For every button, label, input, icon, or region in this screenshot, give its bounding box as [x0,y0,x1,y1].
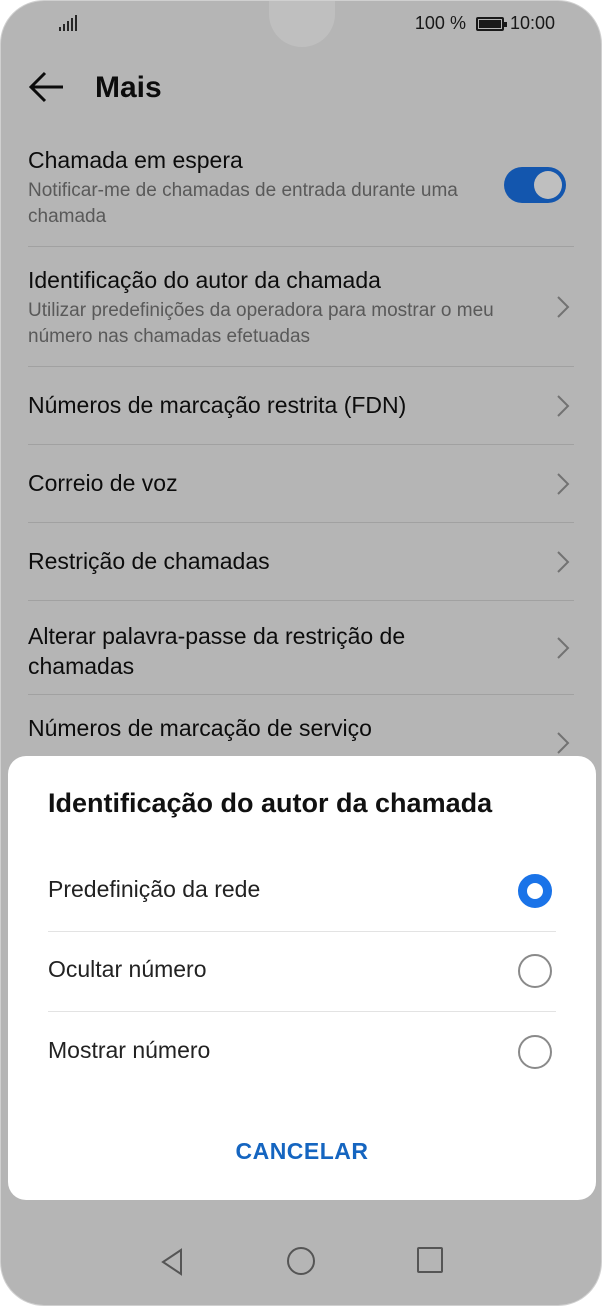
radio-selected-icon[interactable] [518,874,552,908]
radio-unselected-icon[interactable] [518,954,552,988]
nav-recents-icon[interactable] [417,1247,443,1273]
cancel-button[interactable]: CANCELAR [8,1138,596,1165]
caller-id-dialog: Identificação do autor da chamada Predef… [8,756,596,1200]
system-nav-bar [1,1235,601,1305]
option-show-number[interactable]: Mostrar número [48,1013,556,1093]
nav-back-icon[interactable] [159,1247,185,1277]
option-label: Predefinição da rede [48,876,261,902]
phone-screen: 100 % 10:00 Mais Chamada em espera Notif… [0,0,602,1306]
option-label: Ocultar número [48,956,207,982]
radio-unselected-icon[interactable] [518,1035,552,1069]
option-network-default[interactable]: Predefinição da rede [48,852,556,932]
nav-home-icon[interactable] [287,1247,315,1275]
option-label: Mostrar número [48,1037,211,1063]
dialog-title: Identificação do autor da chamada [48,788,493,818]
option-hide-number[interactable]: Ocultar número [48,932,556,1012]
